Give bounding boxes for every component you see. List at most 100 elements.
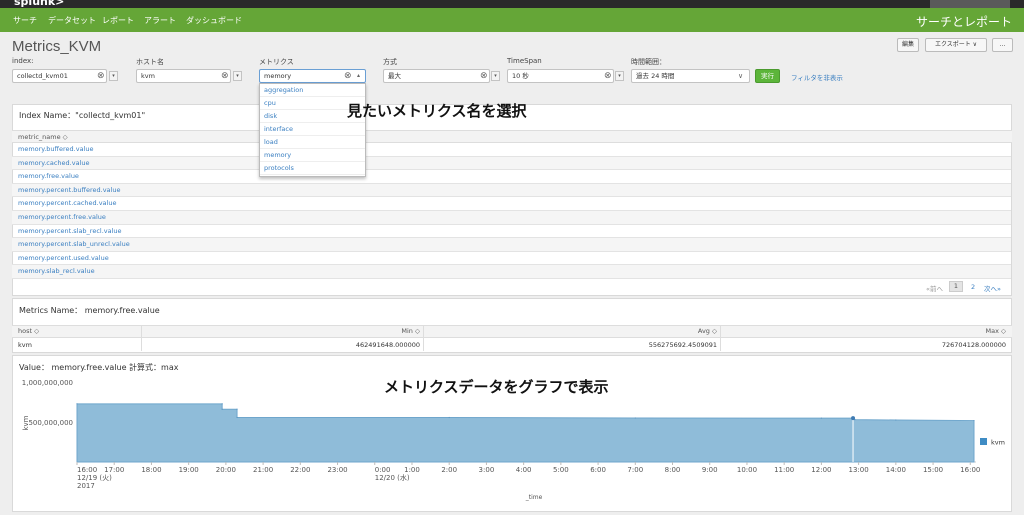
data-point xyxy=(76,403,78,405)
x-tick-label: 12:00 xyxy=(811,466,831,474)
clear-icon[interactable]: ⊗ xyxy=(480,70,488,82)
annotation-graph-display: メトリクスデータをグラフで表示 xyxy=(384,378,609,396)
table-row[interactable]: memory.free.value xyxy=(12,170,1011,184)
run-button[interactable]: 実行 xyxy=(755,69,780,83)
page-title: Metrics_KVM xyxy=(12,38,102,55)
x-tick-year-label: 2017 xyxy=(77,482,95,490)
chevron-down-icon[interactable]: ▾ xyxy=(109,71,118,81)
x-tick-label: 9:00 xyxy=(702,466,718,474)
x-tick-label: 20:00 xyxy=(216,466,236,474)
x-tick-label: 19:00 xyxy=(179,466,199,474)
table-row[interactable]: memory.slab_recl.value xyxy=(12,265,1011,279)
nav-alerts[interactable]: アラート xyxy=(144,15,176,26)
splunk-logo[interactable]: splunk> xyxy=(14,0,64,8)
table-row[interactable]: memory.percent.buffered.value xyxy=(12,183,1011,198)
x-tick-label: 5:00 xyxy=(553,466,569,474)
dropdown-option[interactable]: load xyxy=(260,136,365,149)
min-column-header[interactable]: Min ◇ xyxy=(142,325,420,337)
chevron-down-icon[interactable]: ▾ xyxy=(491,71,500,81)
x-tick-label: 15:00 xyxy=(923,466,943,474)
data-point xyxy=(448,416,450,419)
data-point xyxy=(221,408,223,410)
clear-icon[interactable]: ⊗ xyxy=(344,70,352,82)
nav-search[interactable]: サーチ xyxy=(13,15,37,26)
x-tick-label: 3:00 xyxy=(479,466,495,474)
top-bar: splunk> xyxy=(0,0,1024,8)
table-row[interactable]: memory.percent.free.value xyxy=(12,211,1011,225)
metric-name-column-header[interactable]: metric_name ◇ xyxy=(12,130,1012,143)
x-tick-label: 1:00 xyxy=(404,466,420,474)
metric-label: メトリクス xyxy=(259,58,294,66)
dropdown-option[interactable]: interface xyxy=(260,123,365,136)
host-label: ホスト名 xyxy=(136,58,164,66)
more-button[interactable]: ... xyxy=(992,38,1013,52)
clear-icon[interactable]: ⊗ xyxy=(604,70,612,82)
series-area-kvm[interactable] xyxy=(76,403,975,463)
x-tick-label: 8:00 xyxy=(665,466,681,474)
x-tick-label: 11:00 xyxy=(774,466,794,474)
nav-datasets[interactable]: データセット xyxy=(48,15,96,26)
avg-column-header[interactable]: Avg ◇ xyxy=(424,325,717,337)
nav-reports[interactable]: レポート xyxy=(102,15,134,26)
data-point xyxy=(236,416,238,419)
x-tick-label: 4:00 xyxy=(516,466,532,474)
table-row[interactable]: memory.buffered.value xyxy=(12,143,1011,157)
table-row[interactable]: memory.percent.cached.value xyxy=(12,197,1011,211)
chevron-down-icon[interactable]: ▾ xyxy=(233,71,242,81)
data-point xyxy=(221,403,223,405)
chevron-down-icon: ∨ xyxy=(738,72,744,80)
column-header-label: metric_name ◇ xyxy=(18,133,68,141)
table-row[interactable]: memory.percent.slab_unrecl.value xyxy=(12,238,1011,252)
method-value: 最大 xyxy=(388,72,401,80)
x-tick-label: 21:00 xyxy=(253,466,273,474)
search-box[interactable] xyxy=(930,0,1010,8)
data-point xyxy=(973,419,975,422)
chevron-up-icon[interactable]: ▴ xyxy=(357,70,360,82)
x-tick-label: 14:00 xyxy=(886,466,906,474)
pager-prev[interactable]: «前へ xyxy=(926,283,943,293)
pager-page-1[interactable]: 1 xyxy=(949,281,963,292)
index-input[interactable]: collectd_kvm01 ⊗ xyxy=(12,69,107,83)
dropdown-option[interactable]: memory xyxy=(260,149,365,162)
y-tick-label: 1,000,000,000 xyxy=(22,379,73,387)
table-row[interactable]: memory.cached.value xyxy=(12,156,1011,171)
dropdown-option[interactable]: protocols xyxy=(260,162,365,175)
x-tick-label: 10:00 xyxy=(737,466,757,474)
pager-page-2[interactable]: 2 xyxy=(971,283,975,291)
timespan-value: 10 秒 xyxy=(512,72,529,80)
chevron-down-icon[interactable]: ▾ xyxy=(615,71,624,81)
nav-dashboards[interactable]: ダッシュボード xyxy=(186,15,242,26)
hide-filter-link[interactable]: フィルタを非表示 xyxy=(791,72,843,82)
dropdown-option[interactable]: aggregation xyxy=(260,84,365,97)
x-tick-date-label: 12/20 (水) xyxy=(375,473,410,482)
data-point xyxy=(895,419,897,421)
min-cell: 462491648.000000 xyxy=(355,341,420,349)
hover-point[interactable] xyxy=(851,416,856,421)
metrics-panel-title: Metrics Name： memory.free.value xyxy=(19,306,160,315)
legend-swatch xyxy=(980,438,987,445)
max-column-header[interactable]: Max ◇ xyxy=(721,325,1006,337)
x-tick-label: 16:00 xyxy=(77,466,97,474)
pager-next[interactable]: 次へ» xyxy=(984,283,1001,293)
x-tick-label: 16:00 xyxy=(960,466,980,474)
method-label: 方式 xyxy=(383,58,397,66)
range-label: 時間範囲： xyxy=(631,58,666,66)
timespan-select[interactable]: 10 秒 ⊗ xyxy=(507,69,614,83)
host-value: kvm xyxy=(141,72,155,80)
x-tick-label: 6:00 xyxy=(590,466,606,474)
time-range-picker[interactable]: 過去 24 時間 ∨ xyxy=(631,69,750,83)
x-tick-date-label: 12/19 (火) xyxy=(77,474,112,482)
host-column-header[interactable]: host ◇ xyxy=(18,325,39,337)
table-row[interactable]: memory.percent.used.value xyxy=(12,252,1011,266)
edit-button[interactable]: 編集 xyxy=(897,38,919,52)
clear-icon[interactable]: ⊗ xyxy=(221,70,229,82)
table-row[interactable]: memory.percent.slab_recl.value xyxy=(12,225,1011,239)
metric-input[interactable]: memory ⊗ ▴ xyxy=(259,69,366,83)
x-tick-label: 0:00 xyxy=(375,466,391,474)
method-select[interactable]: 最大 ⊗ xyxy=(383,69,490,83)
export-button[interactable]: エクスポート ∨ xyxy=(925,38,987,52)
clear-icon[interactable]: ⊗ xyxy=(97,70,105,82)
host-cell: kvm xyxy=(18,341,32,349)
host-input[interactable]: kvm ⊗ xyxy=(136,69,231,83)
x-axis-label: _time xyxy=(525,494,543,501)
